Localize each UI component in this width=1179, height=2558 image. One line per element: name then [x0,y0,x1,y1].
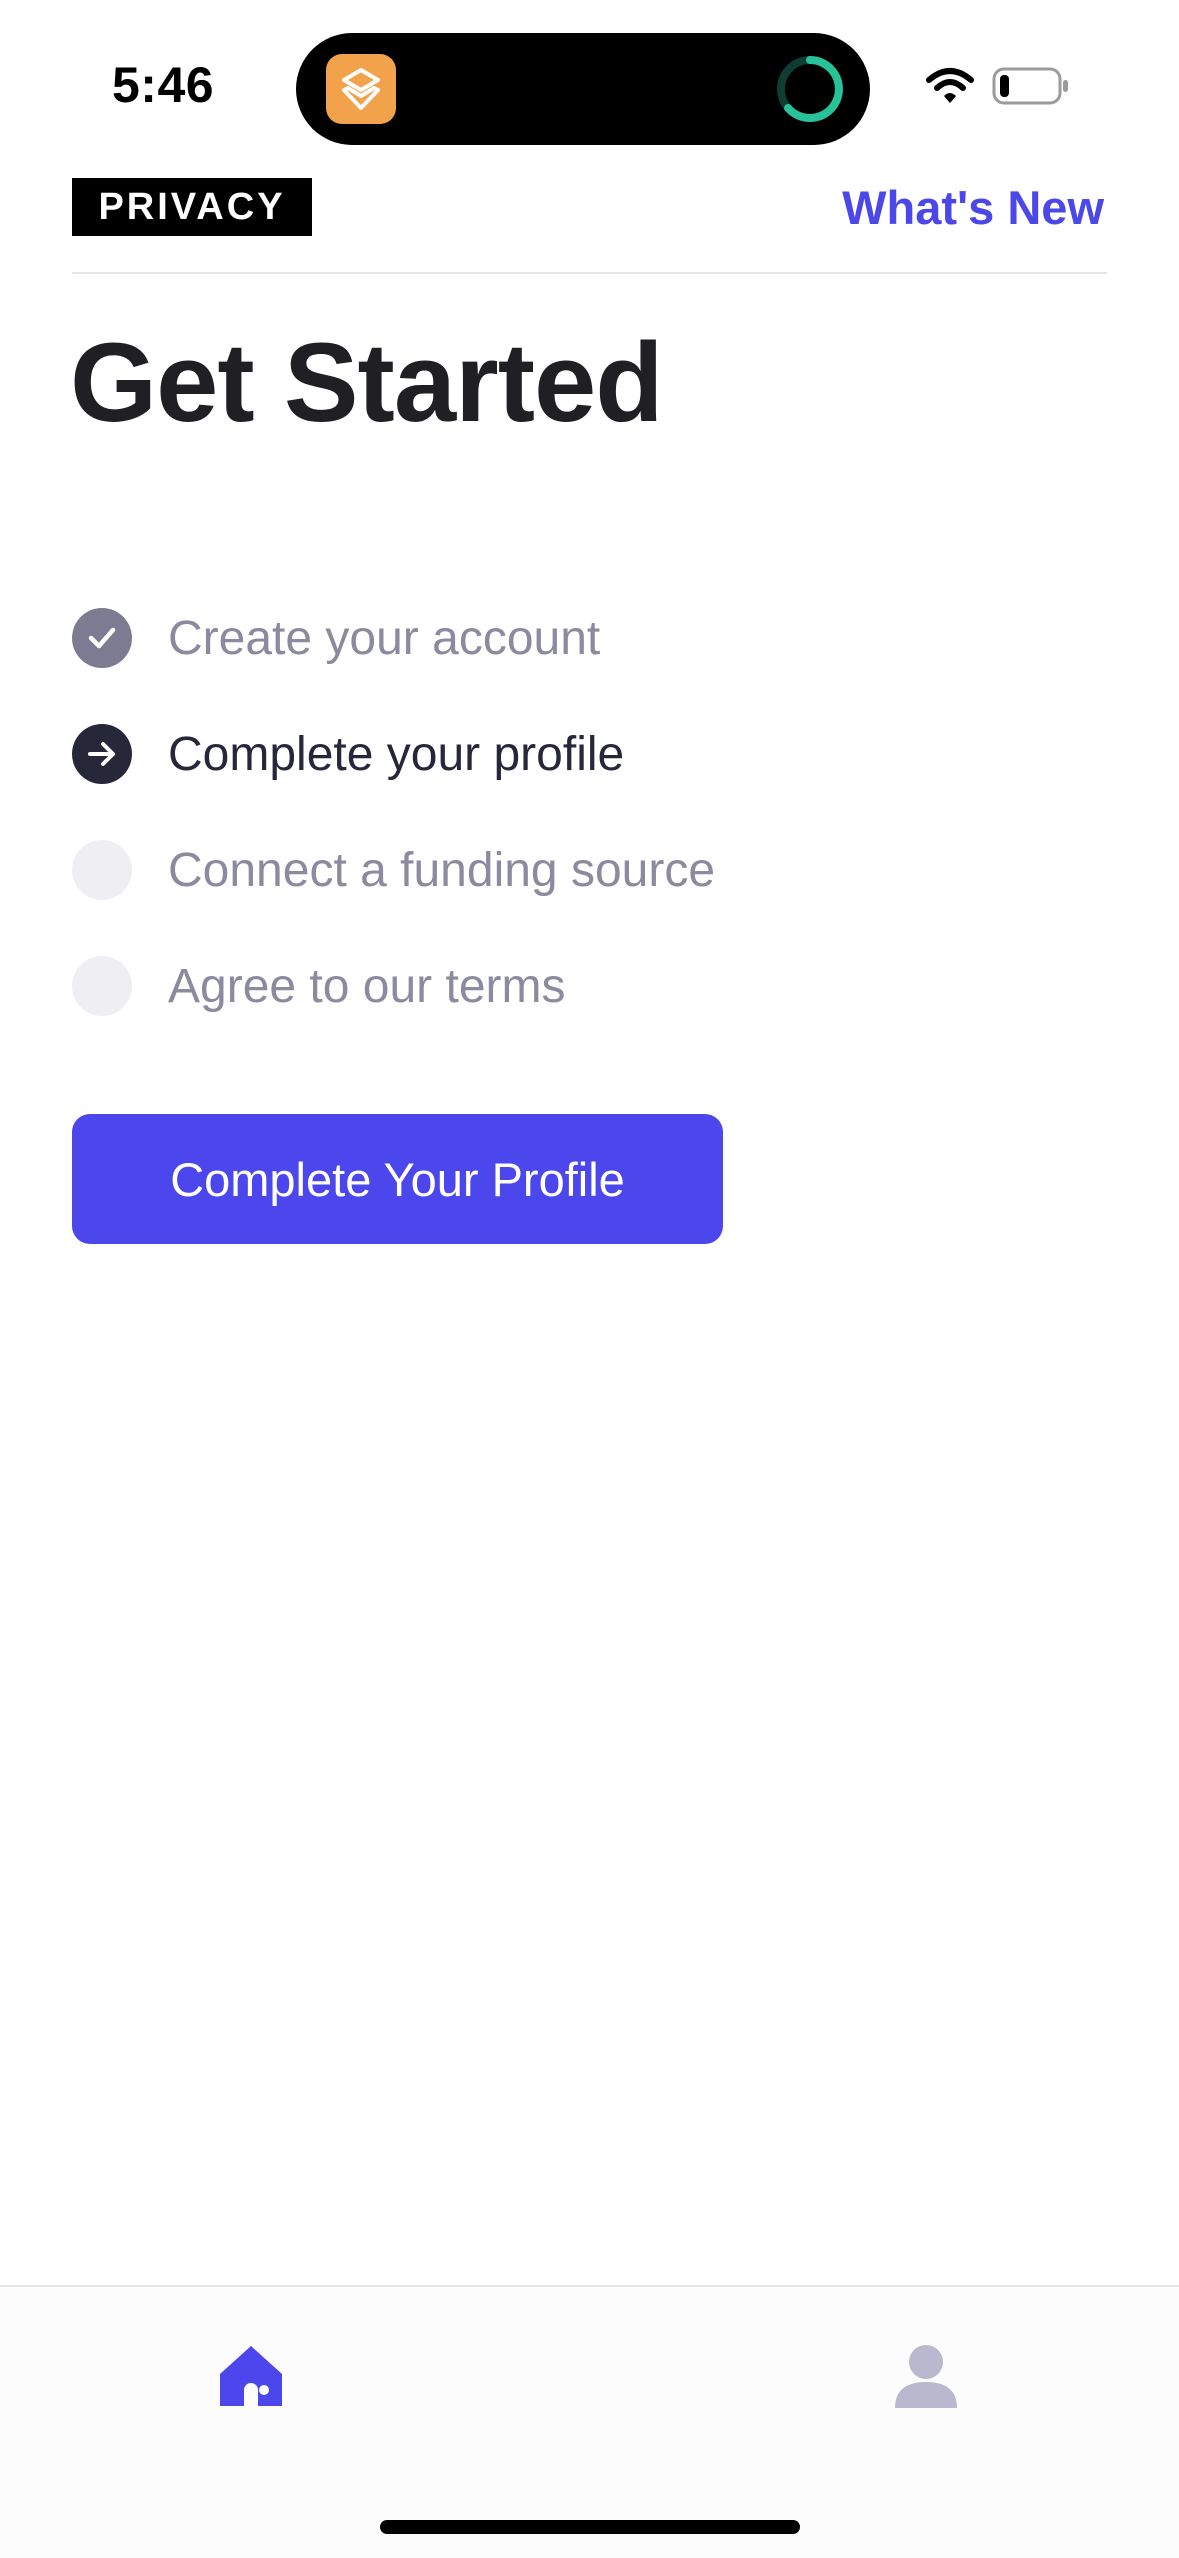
person-icon[interactable] [893,2342,959,2412]
progress-ring-icon [774,53,846,125]
step-complete-profile: Complete your profile [72,696,1107,812]
wifi-icon [925,66,975,106]
step-create-account: Create your account [72,580,1107,696]
step-label: Agree to our terms [168,959,566,1013]
status-bar: 5:46 [0,0,1179,170]
complete-profile-button[interactable]: Complete Your Profile [72,1114,723,1244]
brand-logo: PRIVACY [72,178,312,236]
whats-new-link[interactable]: What's New [842,178,1104,238]
home-icon[interactable] [218,2342,284,2412]
step-funding-source: Connect a funding source [72,812,1107,928]
checkmark-icon [72,608,132,668]
step-label: Connect a funding source [168,843,716,897]
step-label: Complete your profile [168,727,625,781]
battery-icon [992,66,1072,106]
step-label: Create your account [168,611,601,665]
onboarding-steps: Create your account Complete your profil… [72,580,1107,1044]
shortcuts-icon [326,54,396,124]
arrow-right-icon [72,724,132,784]
home-indicator [380,2520,800,2534]
step-agree-terms: Agree to our terms [72,928,1107,1044]
dynamic-island [296,33,870,145]
header-divider [72,272,1107,274]
page-title: Get Started [70,320,664,445]
pending-circle-icon [72,840,132,900]
pending-circle-icon [72,956,132,1016]
status-time: 5:46 [112,57,215,113]
tab-bar [0,2285,1179,2558]
